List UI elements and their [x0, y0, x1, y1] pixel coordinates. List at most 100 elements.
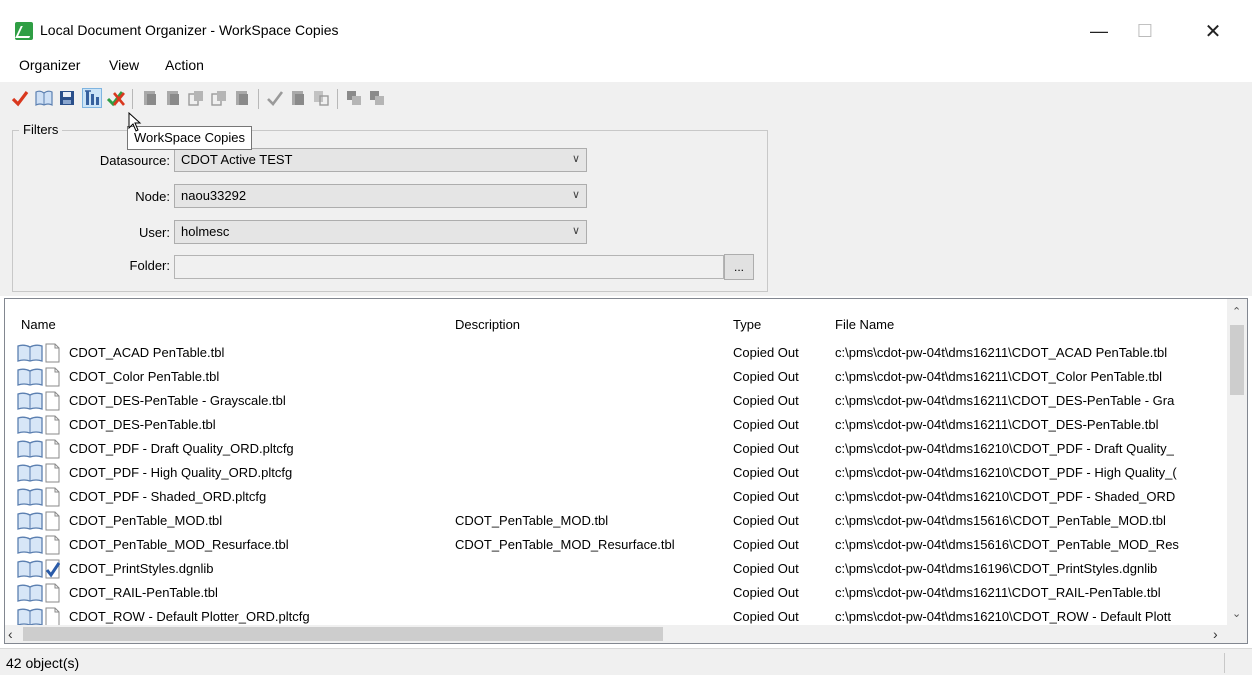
row-icons	[17, 391, 69, 411]
datasource-select[interactable]: CDOT Active TEST ∨	[174, 148, 587, 172]
scroll-right-icon[interactable]: ›	[1213, 626, 1218, 642]
user-select[interactable]: holmesc ∨	[174, 220, 587, 244]
check-icon[interactable]	[265, 88, 285, 108]
user-value: holmesc	[181, 224, 230, 239]
row-icons	[17, 487, 69, 507]
type-cell: Copied Out	[733, 585, 799, 600]
column-header-file-name[interactable]: File Name	[835, 317, 894, 332]
horizontal-scrollbar[interactable]: ‹ ›	[5, 625, 1247, 643]
folder-field[interactable]	[174, 255, 724, 279]
file-path-cell: c:\pms\cdot-pw-04t\dms16211\CDOT_Color P…	[835, 369, 1163, 384]
doc-icon[interactable]	[140, 88, 160, 108]
chevron-down-icon: ∨	[571, 225, 580, 237]
doc-icon[interactable]	[288, 88, 308, 108]
book-icon	[17, 344, 43, 362]
table-row[interactable]: CDOT_PDF - Draft Quality_ORD.pltcfg Copie…	[17, 438, 1225, 462]
status-separator	[1224, 653, 1225, 673]
file-name-cell: CDOT_DES-PenTable.tbl	[69, 417, 216, 432]
row-icons	[17, 463, 69, 483]
scroll-left-icon[interactable]: ‹	[8, 626, 13, 642]
toolbar	[0, 82, 1252, 116]
browse-button[interactable]: ...	[724, 254, 754, 280]
description-cell: CDOT_PenTable_MOD_Resurface.tbl	[455, 537, 675, 552]
save-icon[interactable]	[57, 88, 77, 108]
book-icon	[17, 560, 43, 578]
vertical-scrollbar[interactable]: ⌃ ⌄	[1227, 299, 1247, 625]
doc-copy-icon[interactable]	[209, 88, 229, 108]
minimize-button[interactable]: —	[1076, 14, 1122, 48]
file-path-cell: c:\pms\cdot-pw-04t\dms16210\CDOT_PDF - S…	[835, 489, 1176, 504]
file-name-cell: CDOT_Color PenTable.tbl	[69, 369, 220, 384]
file-path-cell: c:\pms\cdot-pw-04t\dms16210\CDOT_PDF - D…	[835, 441, 1174, 456]
book-icon[interactable]	[34, 88, 54, 108]
book-icon	[17, 608, 43, 626]
check-cancel-icon[interactable]	[106, 88, 126, 108]
file-path-cell: c:\pms\cdot-pw-04t\dms16211\CDOT_ACAD Pe…	[835, 345, 1168, 360]
doc-export-icon[interactable]	[311, 88, 331, 108]
table-row[interactable]: CDOT_PenTable_MOD_Resurface.tbl CDOT_PenT…	[17, 534, 1225, 558]
mouse-cursor-icon	[128, 112, 142, 132]
maximize-button[interactable]: ☐	[1122, 14, 1168, 48]
book-icon	[17, 440, 43, 458]
file-path-cell: c:\pms\cdot-pw-04t\dms15616\CDOT_PenTabl…	[835, 537, 1179, 552]
book-icon	[17, 488, 43, 506]
status-bar: 42 object(s)	[0, 648, 1252, 675]
toolbar-separator	[337, 89, 338, 109]
table-row[interactable]: CDOT_PenTable_MOD.tbl CDOT_PenTable_MOD.t…	[17, 510, 1225, 534]
row-icons	[17, 559, 69, 579]
node-select[interactable]: naou33292 ∨	[174, 184, 587, 208]
table-row[interactable]: CDOT_PDF - Shaded_ORD.pltcfg Copied Out c:…	[17, 486, 1225, 510]
menu-organizer[interactable]: Organizer	[17, 57, 82, 73]
table-row[interactable]: CDOT_RAIL-PenTable.tbl Copied Out c:\pms\c…	[17, 582, 1225, 606]
table-row[interactable]: CDOT_PDF - High Quality_ORD.pltcfg Copied…	[17, 462, 1225, 486]
table-row[interactable]: CDOT_ACAD PenTable.tbl Copied Out c:\pms\c…	[17, 342, 1225, 366]
document-icon	[45, 535, 60, 555]
table-row[interactable]: CDOT_Color PenTable.tbl Copied Out c:\pms\…	[17, 366, 1225, 390]
file-path-cell: c:\pms\cdot-pw-04t\dms16211\CDOT_DES-Pen…	[835, 417, 1159, 432]
menu-view[interactable]: View	[107, 57, 141, 73]
doc-icon[interactable]	[163, 88, 183, 108]
column-header-description[interactable]: Description	[455, 317, 520, 332]
file-list: Name Description Type File Name CDOT_ACA…	[4, 298, 1248, 644]
document-icon	[45, 415, 60, 435]
node-label: Node:	[135, 189, 170, 204]
folder-label: Folder:	[129, 258, 170, 273]
description-cell: CDOT_PenTable_MOD.tbl	[455, 513, 609, 528]
doc-icon[interactable]	[232, 88, 252, 108]
close-button[interactable]: ✕	[1190, 14, 1236, 48]
table-row[interactable]: CDOT_DES-PenTable - Grayscale.tbl Copied …	[17, 390, 1225, 414]
row-icons	[17, 583, 69, 603]
file-name-cell: CDOT_RAIL-PenTable.tbl	[69, 585, 218, 600]
file-name-cell: CDOT_ACAD PenTable.tbl	[69, 345, 225, 360]
menu-action[interactable]: Action	[163, 57, 206, 73]
table-row[interactable]: CDOT_DES-PenTable.tbl Copied Out c:\pms\cd…	[17, 414, 1225, 438]
document-icon	[45, 439, 60, 459]
toolbar-separator	[258, 89, 259, 109]
file-name-cell: CDOT_PDF - High Quality_ORD.pltcfg	[69, 465, 293, 480]
datasource-label: Datasource:	[99, 153, 170, 168]
scroll-up-icon[interactable]: ⌃	[1232, 305, 1241, 318]
column-header-type[interactable]: Type	[733, 317, 761, 332]
book-icon	[17, 536, 43, 554]
scroll-down-icon[interactable]: ⌄	[1232, 607, 1241, 620]
doc-copy-icon[interactable]	[186, 88, 206, 108]
table-row[interactable]: CDOT_PrintStyles.dgnlib Copied Out c:\pms\…	[17, 558, 1225, 582]
column-header-name[interactable]: Name	[21, 317, 56, 332]
scroll-thumb[interactable]	[1230, 325, 1244, 395]
menu-bar: Organizer View Action	[0, 52, 1252, 78]
file-name-cell: CDOT_DES-PenTable - Grayscale.tbl	[69, 393, 286, 408]
scroll-thumb[interactable]	[23, 627, 663, 641]
type-cell: Copied Out	[733, 393, 799, 408]
check-icon[interactable]	[10, 88, 30, 108]
file-path-cell: c:\pms\cdot-pw-04t\dms15616\CDOT_PenTabl…	[835, 513, 1166, 528]
document-icon	[45, 511, 60, 531]
type-cell: Copied Out	[733, 345, 799, 360]
user-label: User:	[138, 225, 170, 240]
doc-stack-icon[interactable]	[344, 88, 364, 108]
book-icon	[17, 368, 43, 386]
workspace-copies-icon[interactable]	[82, 88, 102, 108]
type-cell: Copied Out	[733, 537, 799, 552]
type-cell: Copied Out	[733, 561, 799, 576]
window-title: Local Document Organizer - WorkSpace Cop…	[40, 22, 339, 38]
doc-stack-icon[interactable]	[367, 88, 387, 108]
